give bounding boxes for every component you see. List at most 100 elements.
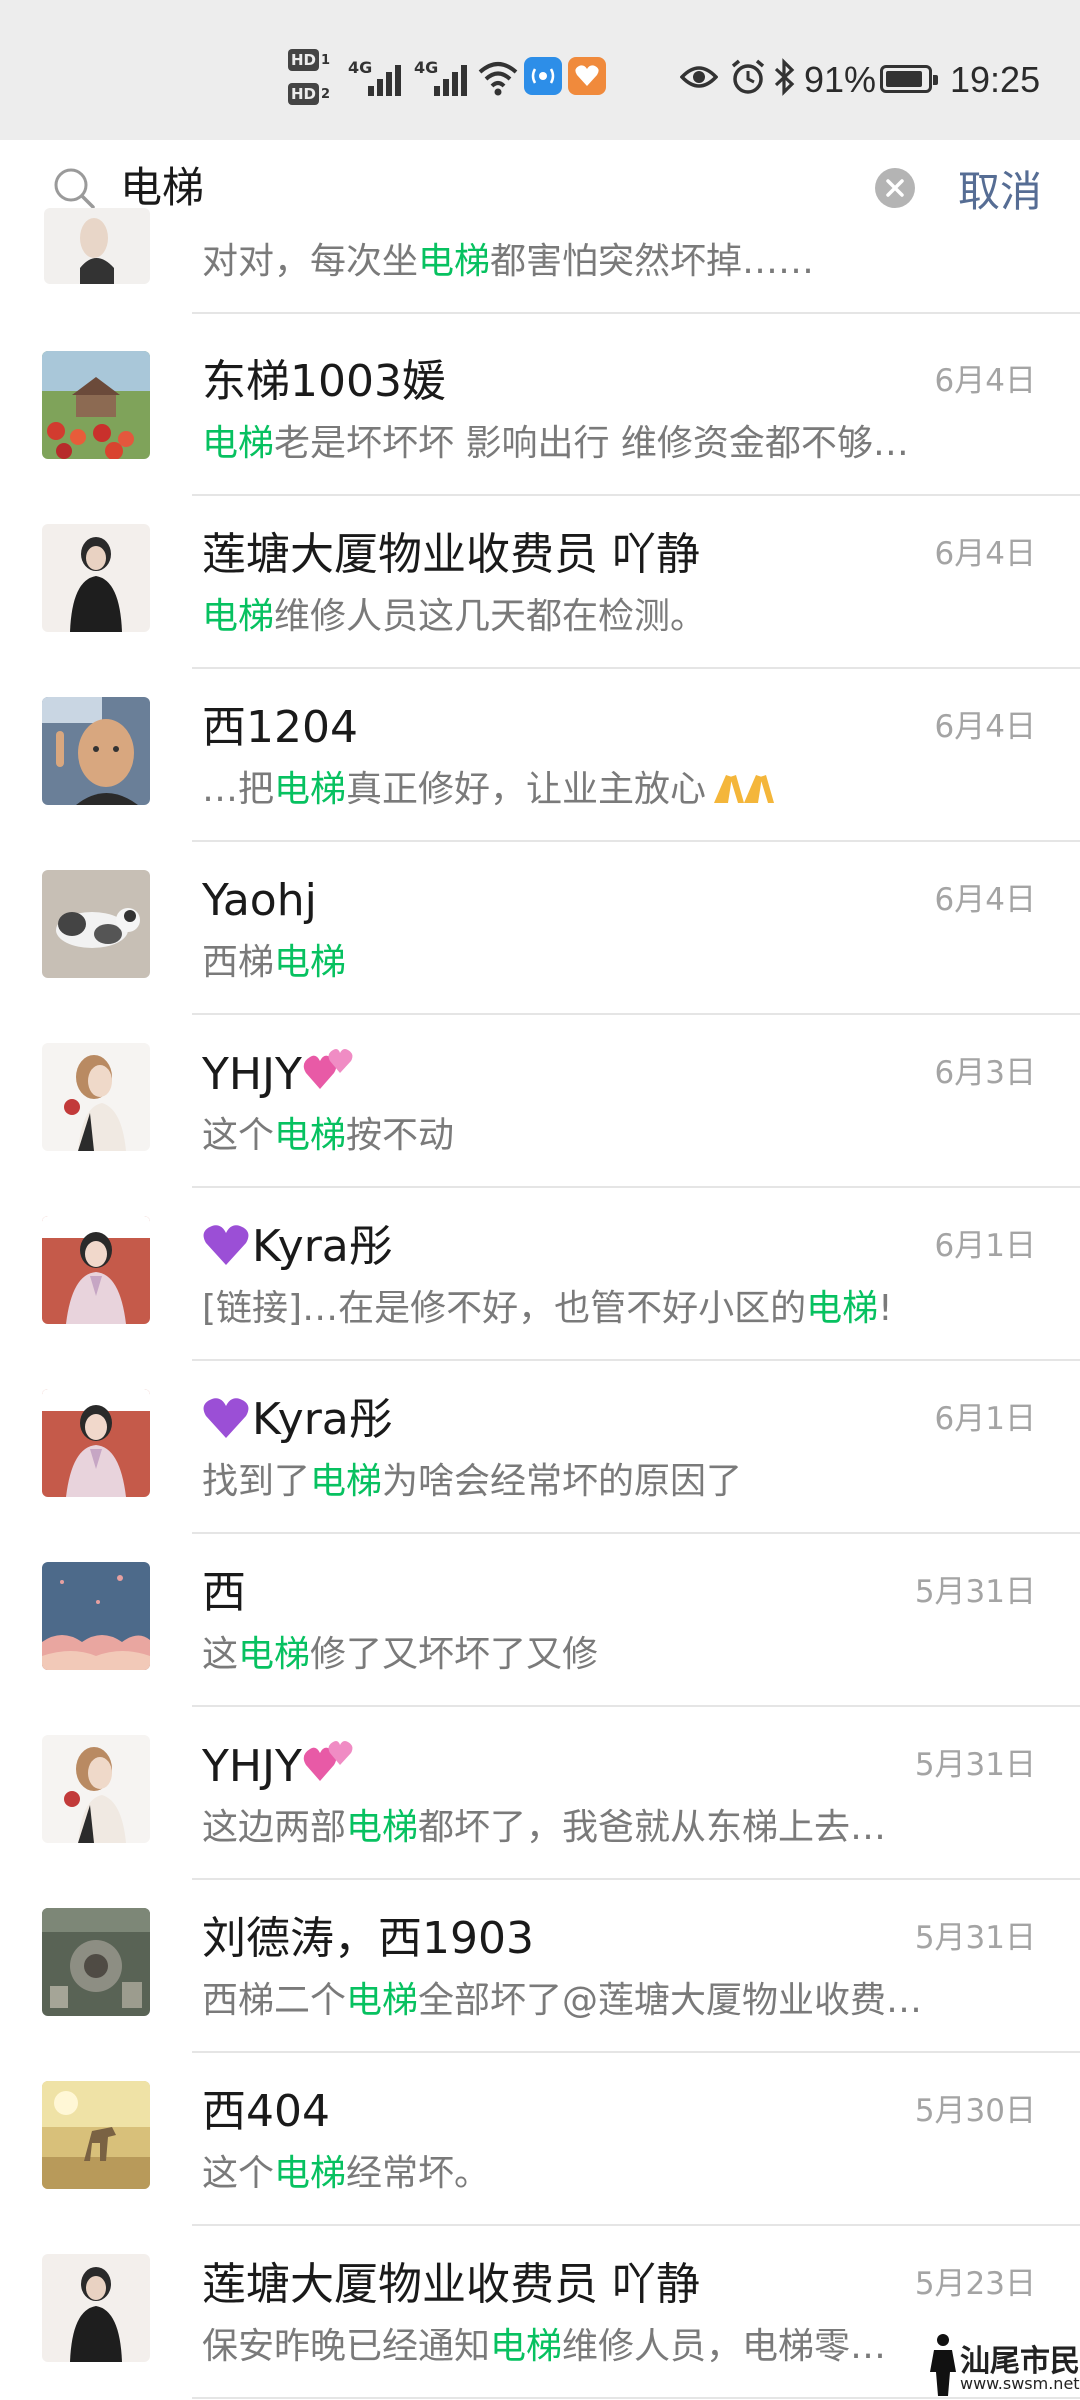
contact-name-text: Kyra彤: [252, 1221, 393, 1272]
keyword-highlight: 电梯: [418, 241, 491, 282]
search-result-row[interactable]: 西1204 6月4日 …把电梯真正修好，让业主放心: [0, 670, 1080, 842]
snippet-text: [链接]…在是修不好，也管不好小区的: [202, 1288, 807, 1329]
woman-black-avatar: [42, 2254, 150, 2362]
contact-name-text: Kyra彤: [252, 1394, 393, 1445]
snippet-text: 西梯: [202, 942, 275, 983]
result-snippet: 西梯电梯: [202, 939, 346, 987]
search-results-screen: HD 1 HD 2 4G 4G 91% 19:25 电梯 取消 对对，每次坐电梯…: [0, 0, 1080, 2400]
snippet-text: 西梯二个: [202, 1980, 347, 2021]
girl-side-avatar: [42, 1735, 150, 1843]
snippet-text: 这边两部: [202, 1807, 347, 1848]
search-input[interactable]: [120, 146, 820, 230]
search-result-row[interactable]: 西404 5月30日 这个电梯经常坏。: [0, 2054, 1080, 2226]
contact-name-text: YHJY: [202, 1741, 302, 1792]
search-box[interactable]: [32, 146, 924, 230]
message-date: 6月4日: [934, 709, 1036, 745]
divider: [192, 312, 1080, 314]
contact-name-text: 西: [202, 1567, 246, 1618]
divider: [192, 1186, 1080, 1188]
message-date: 5月31日: [914, 1574, 1036, 1610]
result-snippet: 保安昨晚已经通知电梯维修人员，电梯零…: [202, 2323, 886, 2371]
result-snippet: 这电梯修了又坏坏了又修: [202, 1631, 598, 1679]
snippet-text: 经常坏。: [346, 2153, 491, 2194]
contact-name: Kyra彤: [202, 1218, 393, 1276]
message-date: 6月4日: [934, 363, 1036, 399]
contact-name-text: 东梯1003媛: [202, 356, 446, 407]
keyword-highlight: 电梯: [202, 423, 275, 464]
message-date: 6月3日: [934, 1055, 1036, 1091]
search-result-row[interactable]: YHJY 6月3日这个电梯按不动: [0, 1016, 1080, 1188]
snippet-text: 修了又坏坏了又修: [310, 1634, 599, 1675]
clear-search-icon[interactable]: [874, 167, 916, 209]
snippet-text: 这个: [202, 2153, 275, 2194]
result-snippet: 西梯二个电梯全部坏了@莲塘大厦物业收费…: [202, 1977, 922, 2025]
divider: [192, 2051, 1080, 2053]
divider: [192, 1532, 1080, 1534]
search-result-row[interactable]: YHJY 5月31日 这边两部电梯都坏了，我爸就从东梯上去…: [0, 1708, 1080, 1880]
snippet-text: !: [878, 1288, 893, 1329]
result-snippet: [链接]…在是修不好，也管不好小区的电梯!: [202, 1285, 893, 1333]
purple-heart-emoji: [202, 1394, 252, 1445]
divider: [192, 1013, 1080, 1015]
search-result-row[interactable]: 刘德涛，西1903 5月31日西梯二个电梯全部坏了@莲塘大厦物业收费…: [0, 1881, 1080, 2053]
contact-name-text: 莲塘大厦物业收费员 吖静: [202, 529, 700, 580]
hearts-emoji: [302, 1741, 358, 1792]
cat-avatar: [42, 870, 150, 978]
status-bar: HD 1 HD 2 4G 4G 91% 19:25: [0, 0, 1080, 140]
watermark-figure-icon: [930, 2334, 956, 2396]
divider: [192, 1878, 1080, 1880]
health-app-icon: [568, 57, 606, 95]
bluetooth-icon: [774, 58, 795, 96]
result-snippet: 电梯老是坏坏坏 影响出行 维修资金都不够…: [202, 420, 909, 468]
search-result-row[interactable]: 莲塘大厦物业收费员 吖静 6月4日 电梯维修人员这几天都在检测。: [0, 497, 1080, 669]
message-date: 5月31日: [914, 1747, 1036, 1783]
search-result-row[interactable]: 西 5月31日这电梯修了又坏坏了又修: [0, 1535, 1080, 1707]
search-result-row[interactable]: Kyra彤 6月1日 找到了电梯为啥会经常坏的原因了: [0, 1362, 1080, 1534]
snippet-text: 真正修好，让业主放心: [346, 769, 707, 810]
result-snippet: 这个电梯经常坏。: [202, 2150, 490, 2198]
divider: [192, 1705, 1080, 1707]
cancel-button[interactable]: 取消: [940, 146, 1060, 230]
wifi-icon: [478, 62, 518, 96]
contact-name: 西: [202, 1564, 246, 1622]
divider: [192, 840, 1080, 842]
keyword-highlight: 电梯: [274, 2153, 347, 2194]
snippet-text: 为啥会经常坏的原因了: [382, 1461, 743, 1502]
snippet-text: 这: [202, 1634, 239, 1675]
snippet-text: 按不动: [346, 1115, 455, 1156]
contact-name: Kyra彤: [202, 1391, 393, 1449]
contact-name: 莲塘大厦物业收费员 吖静: [202, 2256, 700, 2314]
snippet-text: 保安昨晚已经通知: [202, 2326, 491, 2367]
snippet-text: 这个: [202, 1115, 275, 1156]
hd-indicators: HD 1 HD 2: [288, 46, 342, 112]
horse-sunset-avatar: [42, 2081, 150, 2189]
result-snippet: 这个电梯按不动: [202, 1112, 454, 1160]
clock: 19:25: [950, 59, 1041, 100]
contact-name-text: Yaohj: [202, 875, 317, 926]
contact-name: 刘德涛，西1903: [202, 1910, 534, 1968]
snippet-text: …把: [202, 769, 275, 810]
partial-result-row[interactable]: 对对，每次坐电梯都害怕突然坏掉……: [0, 208, 1080, 324]
battery-percent: 91%: [804, 59, 877, 100]
message-date: 5月23日: [914, 2266, 1036, 2302]
result-snippet: …把电梯真正修好，让业主放心: [202, 766, 776, 814]
woman-hanbok-avatar: [42, 1389, 150, 1497]
search-result-row[interactable]: Kyra彤 6月1日 [链接]…在是修不好，也管不好小区的电梯!: [0, 1189, 1080, 1361]
contact-name: 东梯1003媛: [202, 353, 446, 411]
result-snippet: 对对，每次坐电梯都害怕突然坏掉……: [202, 238, 814, 286]
keyword-highlight: 电梯: [238, 1634, 311, 1675]
contact-name-text: YHJY: [202, 1049, 302, 1100]
search-result-row[interactable]: Yaohj 6月4日 西梯电梯: [0, 843, 1080, 1015]
contact-name: YHJY: [202, 1737, 358, 1796]
alarm-icon: [731, 59, 765, 94]
result-snippet: 电梯维修人员这几天都在检测。: [202, 593, 706, 641]
snippet-text: 老是坏坏坏 影响出行 维修资金都不够…: [274, 423, 909, 464]
search-result-row[interactable]: 莲塘大厦物业收费员 吖静 5月23日 保安昨晚已经通知电梯维修人员，电梯零…: [0, 2227, 1080, 2399]
message-date: 5月31日: [914, 1920, 1036, 1956]
keyword-highlight: 电梯: [806, 1288, 879, 1329]
search-result-row[interactable]: 东梯1003媛 6月4日 电梯老是坏坏坏 影响出行 维修资金都不够…: [0, 324, 1080, 496]
site-watermark: 汕尾市民网 www.swsm.net: [920, 2330, 1080, 2400]
result-snippet: 找到了电梯为啥会经常坏的原因了: [202, 1458, 742, 1506]
hd-1-badge: HD 1: [288, 46, 342, 74]
snippet-text: 维修人员，电梯零…: [562, 2326, 887, 2367]
